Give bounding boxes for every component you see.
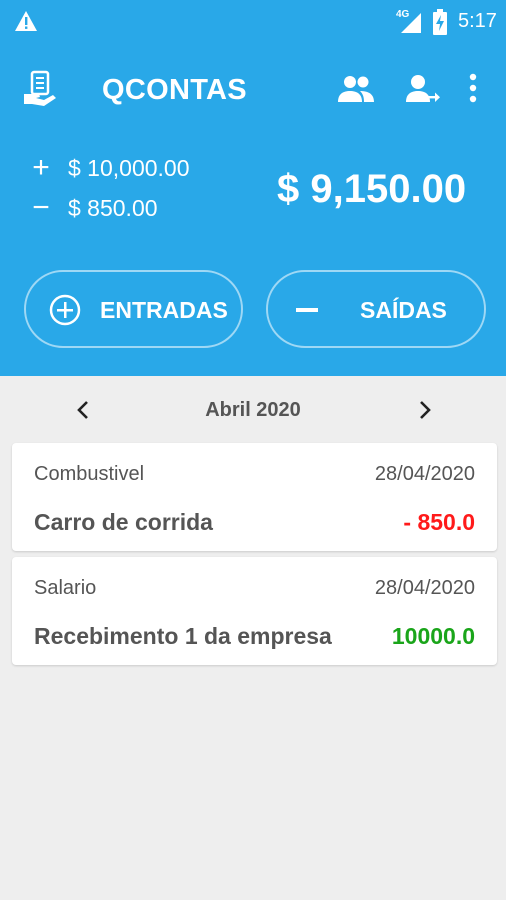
app-header: 4G 5:17 QCONTAS + $ 10,000.00 − $ 850.00…	[0, 0, 506, 376]
more-vert-icon[interactable]	[466, 72, 480, 104]
income-total: $ 10,000.00	[68, 154, 190, 181]
minus-sign: −	[32, 191, 50, 224]
expense-summary: − $ 850.00	[28, 191, 158, 224]
transaction-category: Combustivel	[34, 463, 145, 485]
app-title: QCONTAS	[102, 74, 247, 106]
entradas-label: ENTRADAS	[100, 297, 228, 323]
transaction-card[interactable]: Combustivel 28/04/2020 Carro de corrida …	[12, 443, 497, 551]
transaction-card[interactable]: Salario 28/04/2020 Recebimento 1 da empr…	[12, 557, 497, 665]
transaction-date: 28/04/2020	[374, 463, 475, 485]
saidas-button[interactable]: SAÍDAS	[266, 270, 486, 348]
transaction-description: Carro de corrida	[34, 509, 213, 535]
battery-charging-icon	[433, 9, 447, 35]
transaction-description: Recebimento 1 da empresa	[34, 623, 332, 649]
income-summary: + $ 10,000.00	[28, 151, 190, 184]
transaction-amount: 10000.0	[391, 623, 475, 649]
status-bar: 4G 5:17	[0, 0, 506, 44]
transaction-amount: - 850.0	[403, 509, 475, 535]
money-hand-icon	[24, 70, 56, 106]
warning-icon	[15, 11, 37, 31]
status-time: 5:17	[458, 10, 497, 32]
add-circle-icon	[49, 294, 81, 326]
expense-total: $ 850.00	[68, 194, 158, 221]
signal-icon	[401, 13, 421, 33]
transaction-category: Salario	[34, 577, 97, 599]
entradas-button[interactable]: ENTRADAS	[24, 270, 243, 348]
remove-icon	[296, 308, 318, 312]
balance-total: $ 9,150.00	[277, 167, 467, 211]
chevron-right-icon[interactable]	[412, 398, 436, 422]
month-navigator: Abril 2020	[0, 390, 506, 430]
group-icon[interactable]	[338, 74, 374, 104]
plus-sign: +	[32, 151, 50, 184]
transaction-date: 28/04/2020	[374, 577, 475, 599]
person-transfer-icon[interactable]	[406, 74, 440, 104]
saidas-label: SAÍDAS	[360, 297, 447, 323]
